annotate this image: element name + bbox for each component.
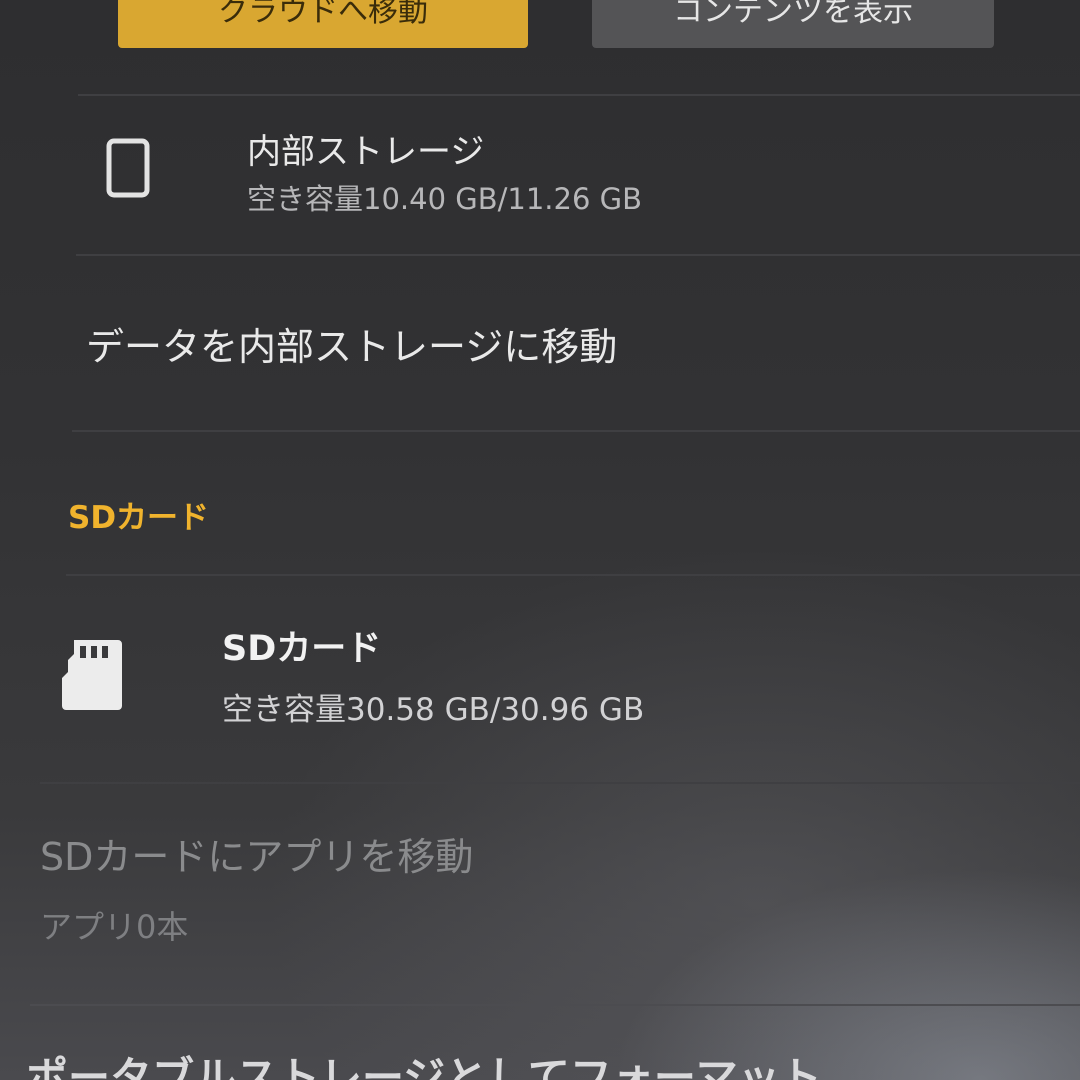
show-content-button[interactable]: コンテンツを表示 xyxy=(592,0,994,48)
sd-section-header: SDカード xyxy=(68,500,210,536)
divider xyxy=(40,782,1080,784)
move-to-cloud-button[interactable]: クラウドへ移動 xyxy=(118,0,528,48)
divider xyxy=(72,430,1080,432)
show-content-label: コンテンツを表示 xyxy=(673,0,913,29)
phone-icon xyxy=(106,138,150,198)
format-portable-title: ポータブルストレージとしてフォーマット xyxy=(26,1053,822,1080)
internal-storage-title: 内部ストレージ xyxy=(247,132,485,172)
sd-card-icon xyxy=(62,640,122,710)
internal-storage-free-space: 空き容量10.40 GB/11.26 GB xyxy=(247,182,642,216)
divider xyxy=(78,94,1080,96)
divider xyxy=(76,254,1080,256)
move-apps-sd-subtitle: アプリ0本 xyxy=(40,908,189,946)
sd-card-free-space: 空き容量30.58 GB/30.96 GB xyxy=(222,692,645,728)
divider xyxy=(30,1004,1080,1006)
move-data-internal-label: データを内部ストレージに移動 xyxy=(86,325,618,369)
sd-card-title: SDカード xyxy=(222,629,382,669)
storage-settings-screen: クラウドへ移動 コンテンツを表示 内部ストレージ 空き容量10.40 GB/11… xyxy=(0,0,1080,1080)
divider xyxy=(66,574,1080,576)
move-apps-sd-title: SDカードにアプリを移動 xyxy=(40,835,474,879)
move-to-cloud-label: クラウドへ移動 xyxy=(218,0,428,29)
